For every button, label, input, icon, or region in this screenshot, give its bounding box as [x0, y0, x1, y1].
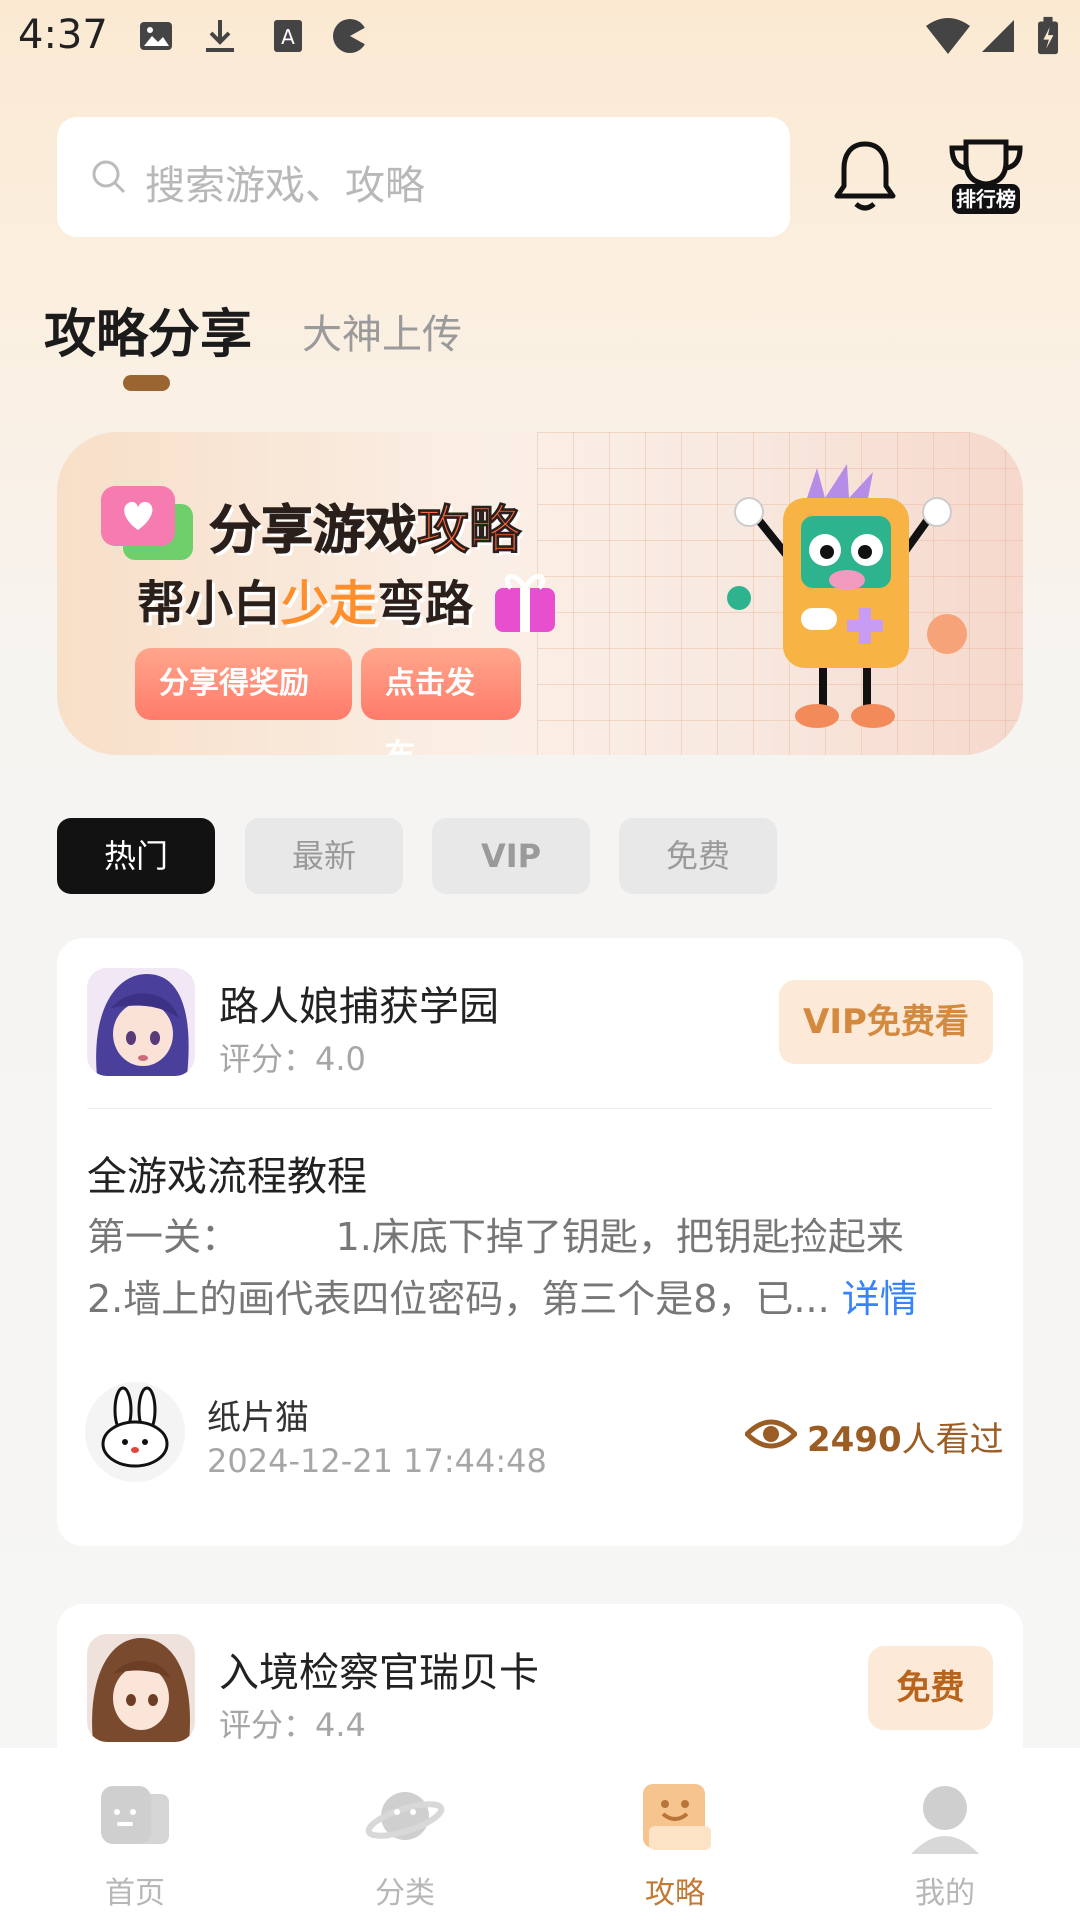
author-avatar[interactable] — [85, 1382, 185, 1482]
bunny-icon — [101, 1386, 169, 1468]
publish-button[interactable]: 点击发布 — [361, 648, 521, 755]
rank-label[interactable]: 排行榜 — [952, 184, 1020, 214]
nav-guide[interactable]: 攻略 — [540, 1748, 810, 1920]
nav-home[interactable]: 首页 — [0, 1748, 270, 1920]
guide-title[interactable]: 全游戏流程教程 — [87, 1144, 367, 1202]
bell-icon[interactable] — [832, 138, 898, 214]
battery-icon — [1038, 16, 1058, 55]
game-avatar[interactable] — [87, 1634, 195, 1742]
home-icon — [101, 1786, 169, 1844]
share-reward-button[interactable]: 分享得奖励 — [135, 648, 352, 720]
search-input[interactable]: 搜索游戏、攻略 — [57, 117, 790, 237]
profile-icon — [911, 1786, 979, 1854]
anime-girl-icon — [87, 968, 195, 1076]
banner-headline-1: 分享游戏攻略 — [208, 501, 522, 562]
filter-vip[interactable]: VIP — [432, 818, 590, 894]
promo-banner[interactable]: 分享游戏攻略 帮小白少走弯路 分享得奖励 点击发布 — [57, 432, 1023, 755]
game-score: 评分：4.0 — [219, 1040, 366, 1078]
game-score: 评分：4.4 — [219, 1706, 366, 1744]
vip-free-badge[interactable]: VIP免费看 — [779, 980, 993, 1064]
planet-icon — [365, 1792, 445, 1840]
gift-icon — [495, 574, 555, 632]
wifi-icon — [926, 18, 970, 54]
game-console-mascot-icon — [727, 464, 967, 728]
nav-category[interactable]: 分类 — [270, 1748, 540, 1920]
view-count: 2490人看过 — [807, 1420, 1004, 1460]
author-name[interactable]: 纸片猫 — [207, 1390, 309, 1439]
divider — [87, 1108, 993, 1109]
status-time: 4:37 — [18, 12, 108, 58]
post-time: 2024-12-21 17:44:48 — [207, 1442, 547, 1480]
guide-book-icon — [643, 1784, 711, 1850]
nav-home-label: 首页 — [105, 1876, 165, 1911]
search-icon — [92, 160, 126, 194]
image-icon — [140, 22, 172, 50]
filter-hot[interactable]: 热门 — [57, 818, 215, 894]
guide-card[interactable]: 路人娘捕获学园 评分：4.0 VIP免费看 全游戏流程教程 第一关： 1.床底下… — [57, 938, 1023, 1546]
search-placeholder: 搜索游戏、攻略 — [145, 163, 425, 209]
guide-summary: 第一关： 1.床底下掉了钥匙，把钥匙捡起来 2.墙上的画代表四位密码，第三个是8… — [87, 1215, 918, 1321]
tab-master-upload[interactable]: 大神上传 — [302, 302, 462, 360]
download-icon — [206, 20, 234, 52]
text-icon: A — [274, 20, 302, 52]
nav-guide-label: 攻略 — [645, 1876, 705, 1911]
banner-headline-2: 帮小白少走弯路 — [137, 576, 474, 632]
nav-mine-label: 我的 — [915, 1876, 975, 1911]
anime-girl-icon — [87, 1634, 195, 1742]
details-link[interactable]: 详情 — [842, 1277, 918, 1321]
nav-mine[interactable]: 我的 — [810, 1748, 1080, 1920]
eye-icon — [745, 1419, 797, 1449]
game-title[interactable]: 路人娘捕获学园 — [219, 974, 499, 1032]
filter-latest[interactable]: 最新 — [245, 818, 403, 894]
tab-indicator — [123, 375, 170, 391]
game-avatar[interactable] — [87, 968, 195, 1076]
bottom-nav: 首页 分类 攻略 我的 — [0, 1748, 1080, 1920]
nav-category-label: 分类 — [375, 1876, 435, 1911]
game-title[interactable]: 入境检察官瑞贝卡 — [219, 1640, 539, 1698]
filter-free[interactable]: 免费 — [619, 818, 777, 894]
tab-guide-share[interactable]: 攻略分享 — [44, 292, 252, 367]
free-badge[interactable]: 免费 — [868, 1646, 993, 1730]
app-notification-icon — [333, 19, 368, 53]
signal-icon — [982, 20, 1014, 52]
svg-text:A: A — [281, 25, 295, 49]
status-bar: 4:37 A — [0, 0, 1080, 72]
